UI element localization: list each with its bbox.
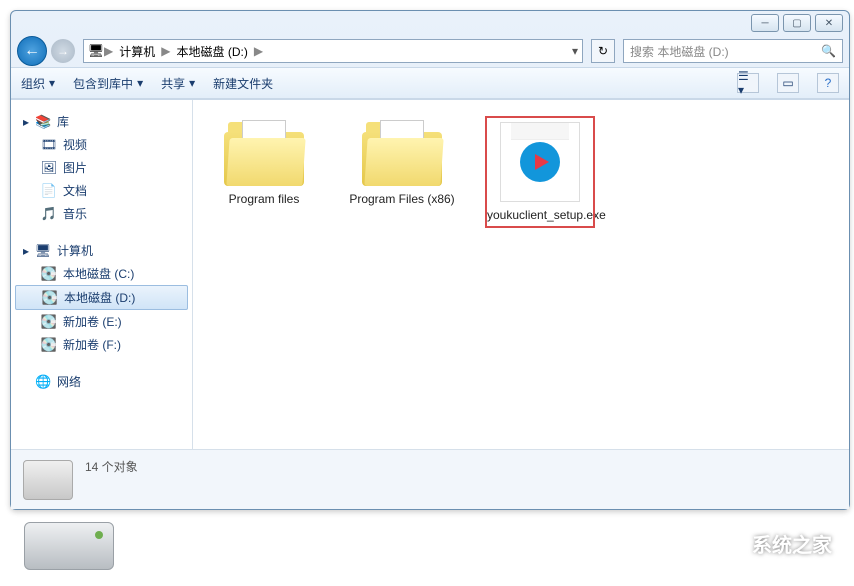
sidebar-libraries-header[interactable]: ▸ 📚 库 [11, 110, 192, 133]
chevron-right-icon: ▶ [161, 44, 170, 58]
sidebar-network-header[interactable]: ▸ 🌐 网络 [11, 370, 192, 393]
file-list[interactable]: Program files Program Files (x86) youkuc… [193, 100, 849, 449]
file-label: Program files [209, 192, 319, 206]
sidebar-item-drive-e[interactable]: 💽新加卷 (E:) [11, 310, 192, 333]
help-button[interactable]: ? [817, 73, 839, 93]
expand-icon: ▸ [23, 244, 29, 258]
exe-item[interactable]: youkuclient_setup.exe [485, 116, 595, 228]
refresh-button[interactable]: ↻ [591, 39, 615, 63]
folder-item[interactable]: Program files [209, 116, 319, 206]
include-library-menu[interactable]: 包含到库中 ▾ [73, 75, 143, 92]
chevron-right-icon: ▶ [104, 44, 113, 58]
sidebar-item-videos[interactable]: 🎞视频 [11, 133, 192, 156]
computer-icon: 🖥 [88, 43, 104, 59]
drive-icon: 💽 [41, 314, 57, 330]
search-input[interactable]: 搜索 本地磁盘 (D:) 🔍 [623, 39, 843, 63]
sidebar: ▸ 📚 库 🎞视频 🖼图片 📄文档 🎵音乐 ▸ 🖥 计算机 💽本地磁盘 (C:)… [11, 100, 193, 449]
sidebar-item-music[interactable]: 🎵音乐 [11, 202, 192, 225]
view-options-button[interactable]: ☰ ▾ [737, 73, 759, 93]
music-icon: 🎵 [41, 206, 57, 222]
chevron-down-icon: ▾ [49, 76, 55, 90]
search-icon: 🔍 [821, 44, 836, 58]
chevron-down-icon: ▾ [189, 76, 195, 90]
sidebar-group-libraries: ▸ 📚 库 🎞视频 🖼图片 📄文档 🎵音乐 [11, 110, 192, 225]
folder-icon [362, 116, 442, 186]
large-drive-icon [24, 512, 114, 572]
breadcrumb-item[interactable]: 计算机 [119, 43, 155, 60]
sidebar-item-pictures[interactable]: 🖼图片 [11, 156, 192, 179]
organize-menu[interactable]: 组织 ▾ [21, 75, 55, 92]
close-button[interactable]: ✕ [815, 14, 843, 32]
toolbar: 组织 ▾ 包含到库中 ▾ 共享 ▾ 新建文件夹 ☰ ▾ ▭ ? [11, 67, 849, 99]
sidebar-item-drive-d[interactable]: 💽本地磁盘 (D:) [15, 285, 188, 310]
object-count: 14 个对象 [85, 458, 138, 475]
sidebar-item-drive-c[interactable]: 💽本地磁盘 (C:) [11, 262, 192, 285]
preview-pane-button[interactable]: ▭ [777, 73, 799, 93]
house-icon [712, 528, 746, 558]
chevron-right-icon: ▶ [254, 44, 263, 58]
share-menu[interactable]: 共享 ▾ [161, 75, 195, 92]
computer-icon: 🖥 [35, 243, 51, 259]
sidebar-computer-header[interactable]: ▸ 🖥 计算机 [11, 239, 192, 262]
watermark: 系统之家 [712, 528, 832, 558]
installer-icon [500, 122, 580, 202]
details-pane-drive-icon [23, 460, 73, 500]
file-label: youkuclient_setup.exe [487, 208, 593, 222]
documents-icon: 📄 [41, 183, 57, 199]
expand-icon: ▸ [23, 115, 29, 129]
forward-button[interactable]: → [51, 39, 75, 63]
explorer-window: ─ ▢ ✕ ← → 🖥 ▶ 计算机 ▶ 本地磁盘 (D:) ▶ ▾ ↻ 搜索 本… [10, 10, 850, 510]
video-icon: 🎞 [41, 137, 57, 153]
drive-icon: 💽 [42, 290, 58, 306]
navbar: ← → 🖥 ▶ 计算机 ▶ 本地磁盘 (D:) ▶ ▾ ↻ 搜索 本地磁盘 (D… [11, 35, 849, 67]
pictures-icon: 🖼 [41, 160, 57, 176]
body: ▸ 📚 库 🎞视频 🖼图片 📄文档 🎵音乐 ▸ 🖥 计算机 💽本地磁盘 (C:)… [11, 99, 849, 449]
sidebar-item-documents[interactable]: 📄文档 [11, 179, 192, 202]
titlebar: ─ ▢ ✕ [11, 11, 849, 35]
sidebar-item-drive-f[interactable]: 💽新加卷 (F:) [11, 333, 192, 356]
new-folder-button[interactable]: 新建文件夹 [213, 75, 273, 92]
status-bar: 14 个对象 [11, 449, 849, 509]
breadcrumb-item[interactable]: 本地磁盘 (D:) [176, 43, 247, 60]
search-placeholder: 搜索 本地磁盘 (D:) [630, 43, 729, 60]
drive-icon: 💽 [41, 337, 57, 353]
minimize-button[interactable]: ─ [751, 14, 779, 32]
folder-icon [224, 116, 304, 186]
folder-item[interactable]: Program Files (x86) [347, 116, 457, 206]
sidebar-group-computer: ▸ 🖥 计算机 💽本地磁盘 (C:) 💽本地磁盘 (D:) 💽新加卷 (E:) … [11, 239, 192, 356]
file-label: Program Files (x86) [347, 192, 457, 206]
sidebar-group-network: ▸ 🌐 网络 [11, 370, 192, 393]
library-icon: 📚 [35, 114, 51, 130]
dropdown-icon[interactable]: ▾ [572, 44, 578, 58]
youku-logo-icon [520, 142, 560, 182]
maximize-button[interactable]: ▢ [783, 14, 811, 32]
drive-icon: 💽 [41, 266, 57, 282]
back-button[interactable]: ← [17, 36, 47, 66]
network-icon: 🌐 [35, 374, 51, 390]
address-bar[interactable]: 🖥 ▶ 计算机 ▶ 本地磁盘 (D:) ▶ ▾ [83, 39, 583, 63]
chevron-down-icon: ▾ [137, 76, 143, 90]
